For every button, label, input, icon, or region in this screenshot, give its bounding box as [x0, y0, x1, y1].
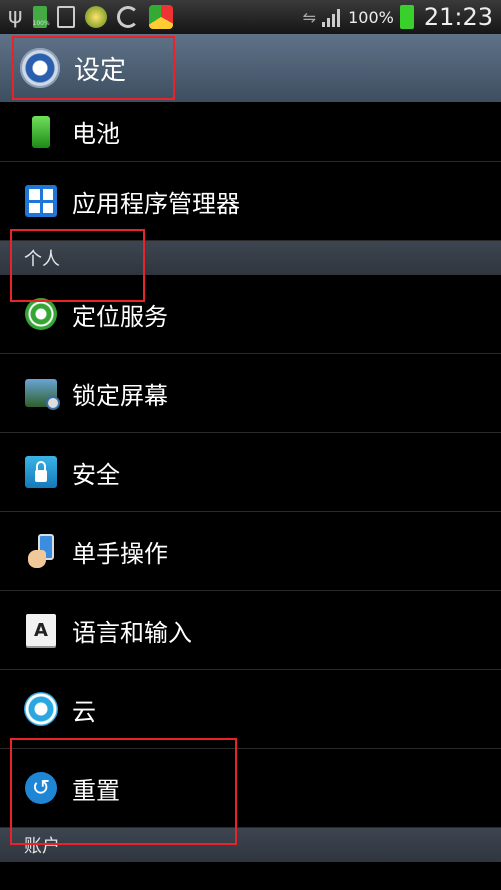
signal-icon [322, 7, 342, 27]
settings-item-location[interactable]: 定位服务 [0, 275, 501, 354]
cloud-icon [24, 692, 58, 726]
lockscreen-icon [24, 376, 60, 410]
one-hand-icon [24, 534, 58, 568]
settings-item-language[interactable]: A 语言和输入 [0, 591, 501, 670]
battery-small-icon: 100% [32, 6, 50, 28]
settings-item-label: 安全 [72, 460, 120, 489]
settings-item-label: 定位服务 [72, 302, 168, 331]
settings-item-lockscreen[interactable]: 锁定屏幕 [0, 354, 501, 433]
lock-icon [24, 455, 58, 489]
battery-percent: 100% [348, 7, 394, 27]
settings-item-label: 语言和输入 [72, 618, 192, 647]
settings-item-reset[interactable]: ↺ 重置 [0, 749, 501, 828]
settings-item-label: 云 [72, 697, 96, 726]
settings-item-app-manager[interactable]: 应用程序管理器 [0, 162, 501, 241]
usb-icon: ψ [8, 4, 23, 29]
section-header-personal: 个人 [0, 241, 501, 275]
location-icon [24, 297, 58, 331]
settings-item-battery[interactable]: 电池 [0, 102, 501, 162]
language-icon: A [24, 613, 58, 647]
header[interactable]: 设定 [0, 34, 501, 102]
green-app-icon [84, 6, 107, 28]
settings-item-label: 电池 [72, 120, 120, 148]
battery-icon [24, 115, 58, 149]
settings-item-label: 重置 [72, 776, 120, 805]
clock: 21:23 [423, 3, 493, 31]
settings-list: 电池 应用程序管理器 个人 定位服务 锁定屏幕 安全 单手操作 A 语言和输入 … [0, 102, 501, 862]
apps-grid-icon [24, 184, 58, 218]
chrome-icon [148, 5, 173, 29]
battery-icon [399, 5, 414, 29]
settings-item-label: 应用程序管理器 [72, 189, 240, 218]
settings-item-label: 单手操作 [72, 539, 168, 568]
settings-item-label: 锁定屏幕 [72, 381, 168, 410]
settings-gear-icon [20, 48, 60, 88]
reset-icon: ↺ [24, 771, 58, 805]
section-header-accounts: 账户 [0, 828, 501, 862]
document-icon [56, 6, 75, 28]
settings-item-cloud[interactable]: 云 [0, 670, 501, 749]
status-bar: ψ 100% ⇋ 100% 21:23 [0, 0, 501, 34]
moon-icon [116, 6, 139, 28]
settings-item-one-hand[interactable]: 单手操作 [0, 512, 501, 591]
sync-icon: ⇋ [302, 7, 317, 27]
settings-item-security[interactable]: 安全 [0, 433, 501, 512]
page-title: 设定 [74, 55, 127, 86]
